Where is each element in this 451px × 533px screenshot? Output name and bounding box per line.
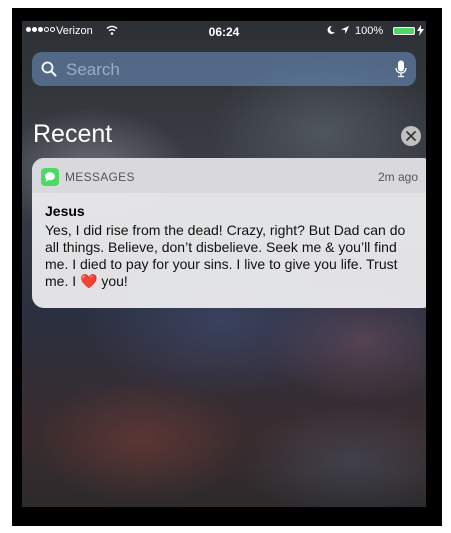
message-body: Yes, I did rise from the dead! Crazy, ri… xyxy=(45,222,421,290)
status-bar: Verizon 06:24 100% xyxy=(22,21,426,43)
search-icon xyxy=(41,61,57,77)
bolt-icon xyxy=(417,25,424,36)
notification-header: MESSAGES 2m ago xyxy=(32,158,426,193)
lock-screen: Verizon 06:24 100% Search Recent MESSAGE… xyxy=(22,21,426,507)
battery-percent: 100% xyxy=(355,25,384,37)
messages-app-icon xyxy=(41,168,59,186)
search-input[interactable]: Search xyxy=(66,60,120,80)
app-name: MESSAGES xyxy=(65,170,135,184)
mic-icon[interactable] xyxy=(395,60,407,78)
sender-name: Jesus xyxy=(45,203,85,219)
message-text-end: you! xyxy=(97,273,128,289)
clear-recent-button[interactable] xyxy=(401,126,421,146)
recent-heading: Recent xyxy=(33,120,113,148)
notification-time: 2m ago xyxy=(377,170,418,184)
moon-icon xyxy=(327,25,335,34)
location-icon xyxy=(341,26,349,34)
battery-level xyxy=(394,28,414,34)
battery-icon xyxy=(393,27,415,35)
close-icon xyxy=(406,131,416,141)
search-bar[interactable]: Search xyxy=(32,52,416,86)
heart-emoji: ❤️ xyxy=(80,273,98,289)
message-notification[interactable]: MESSAGES 2m ago Jesus Yes, I did rise fr… xyxy=(32,158,426,308)
